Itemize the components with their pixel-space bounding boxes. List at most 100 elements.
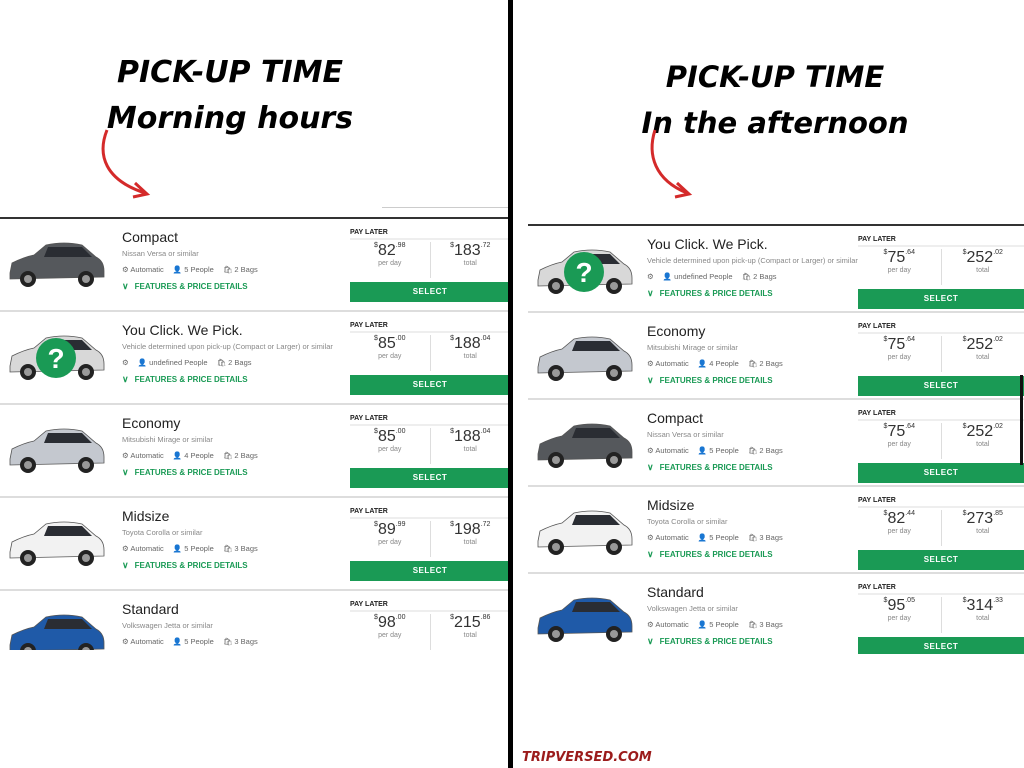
price-block: PAY LATER $98.00 per day $215.86 total <box>350 601 508 650</box>
select-button[interactable]: SELECT <box>350 468 508 488</box>
per-day-price-whole: 85 <box>377 335 396 352</box>
chevron-down-icon: ∨ <box>122 281 129 291</box>
car-class-name: Standard <box>122 601 179 617</box>
car-features: ⚙ 👤 undefined People 🛍 2 Bags <box>647 272 858 281</box>
scrollbar[interactable] <box>1020 375 1023 465</box>
car-features: ⚙ Automatic 👤 5 People 🛍 3 Bags <box>122 544 258 553</box>
car-info: You Click. We Pick. Vehicle determined up… <box>647 236 858 299</box>
car-model: Volkswagen Jetta or similar <box>647 604 738 613</box>
car-model: Mitsubishi Mirage or similar <box>647 343 738 352</box>
features-price-details-link[interactable]: ∨ FEATURES & PRICE DETAILS <box>647 636 783 647</box>
total-price-whole: 183 <box>453 242 481 259</box>
total-price: $183.72 total <box>429 242 509 278</box>
total-price-amount: $188.04 <box>431 335 509 353</box>
select-button[interactable]: SELECT <box>858 463 1024 483</box>
price-boxes: $82.44 per day $273.85 total <box>858 510 1024 546</box>
car-class-name: You Click. We Pick. <box>122 322 243 338</box>
total-price: $314.33 total <box>940 597 1024 633</box>
car-result-card: Midsize Toyota Corolla or similar ⚙ Automa… <box>0 498 508 591</box>
car-result-card: Standard Volkswagen Jetta or similar ⚙ Aut… <box>528 574 1024 654</box>
price-boxes: $75.64 per day $252.02 total <box>858 249 1024 285</box>
select-button[interactable]: SELECT <box>858 289 1024 309</box>
price-block: PAY LATER $82.98 per day $183.72 total SELECT <box>350 229 508 302</box>
transmission: ⚙ <box>122 358 129 367</box>
total-price-unit: total <box>463 260 477 267</box>
features-price-details-link[interactable]: ∨ FEATURES & PRICE DETAILS <box>122 281 258 292</box>
chevron-down-icon: ∨ <box>647 549 654 559</box>
per-day-price-unit: per day <box>887 528 911 535</box>
bags-label: 2 Bags <box>234 451 258 460</box>
bags: 🛍 2 Bags <box>748 446 783 455</box>
per-day-price: $82.98 per day <box>350 242 430 278</box>
bags: 🛍 3 Bags <box>223 544 258 553</box>
per-day-price: $75.64 per day <box>858 249 941 285</box>
select-button[interactable]: SELECT <box>350 375 508 395</box>
center-divider <box>508 0 513 768</box>
pay-later-label: PAY LATER <box>350 601 508 612</box>
features-price-details-link[interactable]: ∨ FEATURES & PRICE DETAILS <box>647 462 783 473</box>
per-day-price-unit: per day <box>887 354 911 361</box>
per-day-price-whole: 95 <box>887 597 906 614</box>
passengers: 👤 undefined People <box>138 358 208 367</box>
car-image <box>532 414 636 474</box>
bags-label: 2 Bags <box>753 272 777 281</box>
passengers-label: 5 People <box>709 446 739 455</box>
select-button[interactable]: SELECT <box>350 282 508 302</box>
car-model: Volkswagen Jetta or similar <box>122 621 213 630</box>
passengers-label: 5 People <box>184 637 214 646</box>
features-price-details-link[interactable]: ∨ FEATURES & PRICE DETAILS <box>647 375 783 386</box>
car-image <box>532 501 636 561</box>
bag-icon: 🛍 <box>747 446 760 455</box>
per-day-price-amount: $82.98 <box>350 242 430 260</box>
total-price-unit: total <box>463 353 477 360</box>
price-block: PAY LATER $75.64 per day $252.02 total SELECT <box>858 410 1024 483</box>
features-price-details-link[interactable]: ∨ FEATURES & PRICE DETAILS <box>122 560 258 571</box>
car-info: Standard Volkswagen Jetta or similar ⚙ Aut… <box>647 584 783 647</box>
bag-icon: 🛍 <box>222 544 235 553</box>
car-result-card: Compact Nissan Versa or similar ⚙ Automati… <box>528 400 1024 487</box>
total-price: $252.02 total <box>940 249 1024 285</box>
car-class-name: Midsize <box>122 508 170 524</box>
watermark: TRIPVERSED.COM <box>522 750 652 765</box>
price-block: PAY LATER $75.64 per day $252.02 total SELECT <box>858 236 1024 309</box>
right-heading-line1: PICK-UP TIME <box>665 60 885 94</box>
transmission: ⚙ Automatic <box>122 451 164 460</box>
bags: 🛍 3 Bags <box>748 533 783 542</box>
bags-label: 2 Bags <box>234 265 258 274</box>
price-block: PAY LATER $95.05 per day $314.33 total SELECT <box>858 584 1024 654</box>
features-price-details-link[interactable]: ∨ FEATURES & PRICE DETAILS <box>647 288 858 299</box>
total-price-unit: total <box>463 539 477 546</box>
car-info: Economy Mitsubishi Mirage or similar ⚙ Aut… <box>122 415 258 478</box>
red-arrow-icon <box>650 129 693 199</box>
features-label: FEATURES & PRICE DETAILS <box>659 550 773 559</box>
left-results-list: Compact Nissan Versa or similar ⚙ Automati… <box>0 217 508 650</box>
select-button[interactable]: SELECT <box>350 561 508 581</box>
select-button[interactable]: SELECT <box>858 550 1024 570</box>
select-button[interactable]: SELECT <box>858 376 1024 396</box>
features-price-details-link[interactable]: ∨ FEATURES & PRICE DETAILS <box>647 549 783 560</box>
car-model: Nissan Versa or similar <box>122 249 199 258</box>
passengers: 👤 5 People <box>698 620 739 629</box>
car-class-name: Midsize <box>647 497 695 513</box>
passengers: 👤 4 People <box>698 359 739 368</box>
total-price-unit: total <box>463 446 477 453</box>
total-price-unit: total <box>976 615 990 622</box>
features-label: FEATURES & PRICE DETAILS <box>134 468 248 477</box>
svg-text:?: ? <box>575 257 592 288</box>
pay-later-label: PAY LATER <box>350 415 508 426</box>
car-model: Vehicle determined upon pick-up (Compact… <box>122 342 333 351</box>
transmission-label: Automatic <box>130 544 164 553</box>
bags-label: 3 Bags <box>234 544 258 553</box>
price-block: PAY LATER $82.44 per day $273.85 total SELECT <box>858 497 1024 570</box>
per-day-price: $75.64 per day <box>858 336 941 372</box>
passengers-label: 5 People <box>184 265 214 274</box>
select-button[interactable]: SELECT <box>858 637 1024 654</box>
total-price-unit: total <box>976 528 990 535</box>
transmission-label: Automatic <box>655 446 689 455</box>
features-price-details-link[interactable]: ∨ FEATURES & PRICE DETAILS <box>122 467 258 478</box>
car-model: Nissan Versa or similar <box>647 430 724 439</box>
features-price-details-link[interactable]: ∨ FEATURES & PRICE DETAILS <box>122 374 333 385</box>
bag-icon: 🛍 <box>222 451 235 460</box>
per-day-price-cents: .00 <box>395 335 406 342</box>
total-price-amount: $215.86 <box>431 614 509 632</box>
